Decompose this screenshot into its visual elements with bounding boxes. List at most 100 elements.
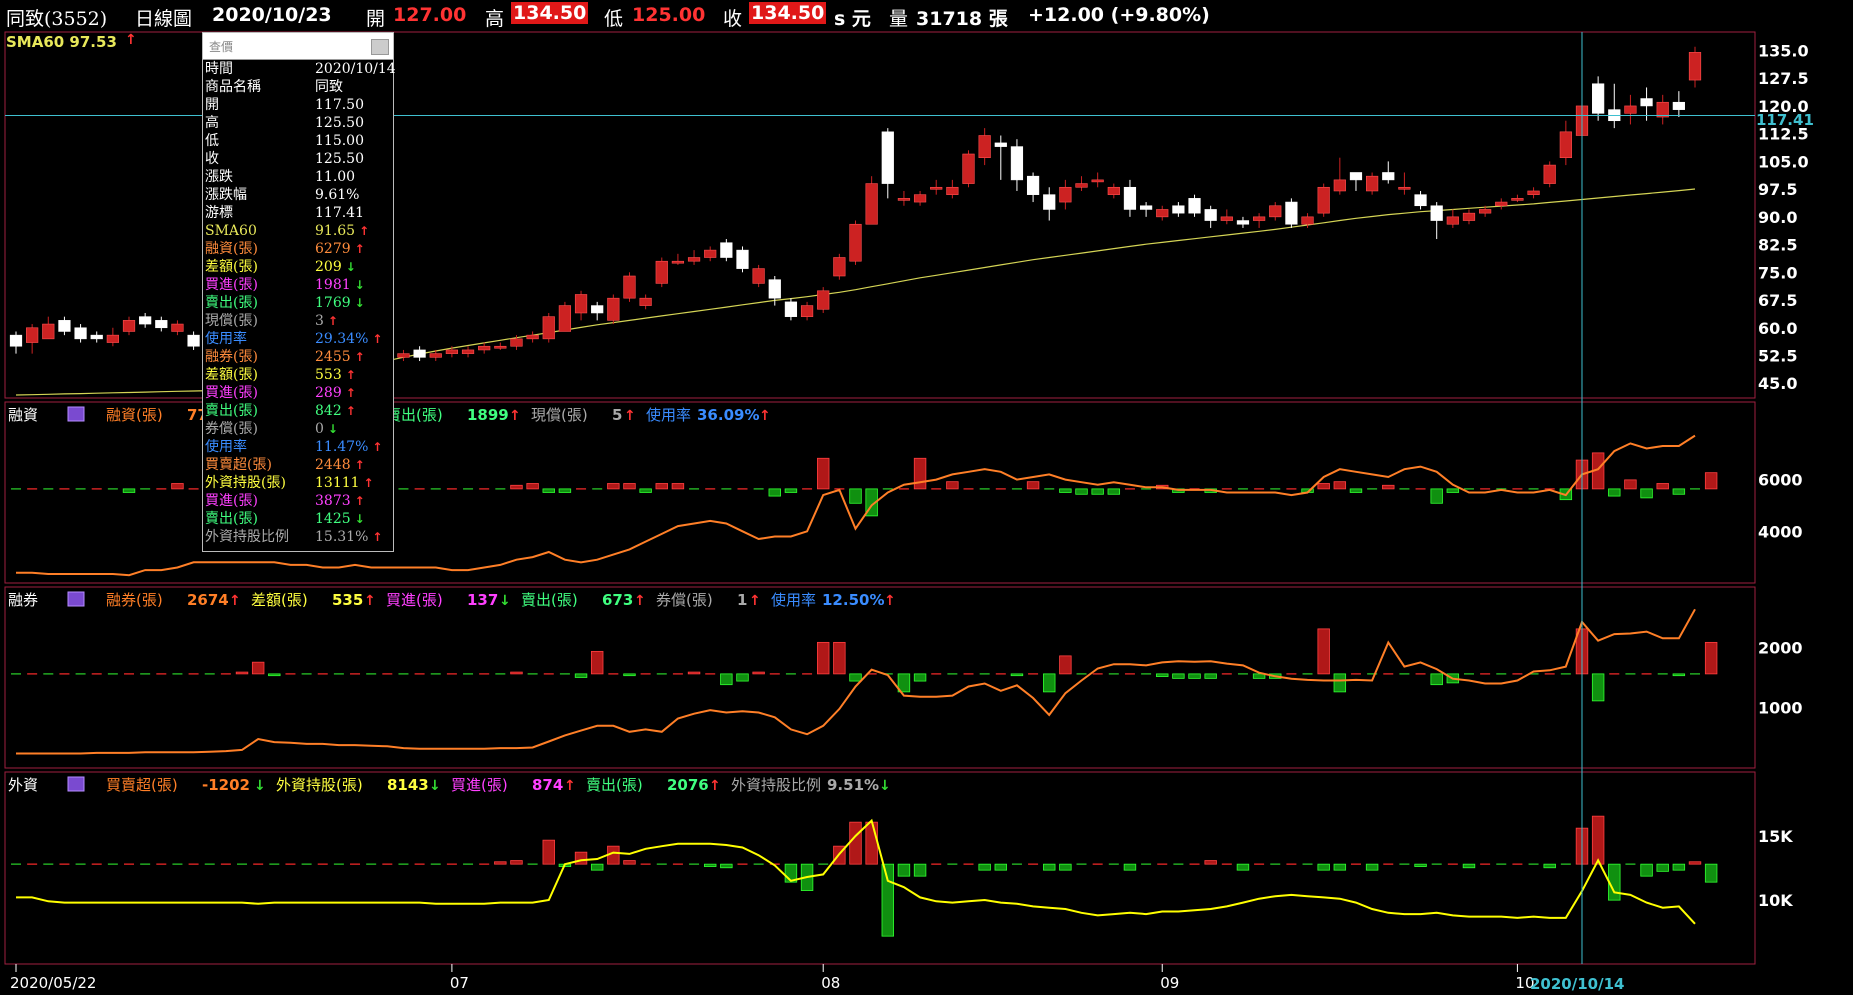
volume-bar: [1204, 673, 1217, 679]
tooltip-row: 使用率 11.47% ↑: [203, 438, 393, 456]
tooltip-row: 收 125.50: [203, 150, 393, 168]
candle-body: [558, 305, 572, 332]
price-query-tooltip[interactable]: 查價 時間 2020/10/14 商品名稱 同致開 117.50 高 125.50 低 115.…: [202, 32, 396, 552]
candle-body: [768, 279, 781, 299]
tooltip-row: 賣出(張) 1769 ↓: [203, 294, 393, 312]
volume-bar: [590, 863, 604, 871]
volume-bar: [1236, 863, 1250, 871]
unit-label: s 元: [834, 8, 871, 30]
tooltip-row: 開 117.50: [203, 96, 393, 114]
arrow-up-icon: ↑: [354, 350, 365, 364]
candle-body: [946, 186, 959, 195]
legend-label: 賣出(張): [586, 776, 643, 794]
list-icon[interactable]: [67, 776, 85, 792]
tooltip-value: 2448 ↑: [315, 457, 365, 473]
candle-body: [1398, 186, 1411, 190]
legend-value: 2076: [667, 776, 709, 794]
candle-body: [1479, 209, 1492, 214]
candle-body: [607, 297, 620, 321]
volume-bar: [1333, 863, 1347, 871]
candle-body: [1269, 205, 1282, 218]
tooltip-value: 117.41: [315, 205, 364, 221]
volume-bar: [881, 863, 895, 937]
candle-body: [1285, 201, 1298, 225]
y-tick-label: 1000: [1758, 699, 1803, 718]
stock-name[interactable]: 同致(3552): [6, 4, 107, 31]
panel-title: 外資: [8, 776, 38, 794]
volume-bar: [1188, 673, 1201, 679]
volume-bar: [1672, 863, 1686, 871]
arrow-up-icon: ↑: [345, 386, 356, 400]
tooltip-value: 1981 ↓: [315, 277, 365, 293]
high-label: 高: [485, 8, 505, 30]
candle-body: [26, 327, 39, 343]
volume-bar: [946, 481, 959, 490]
volume-bar: [913, 457, 927, 490]
tooltip-value: 3 ↑: [315, 313, 338, 329]
tooltip-row: 賣出(張) 842 ↑: [203, 402, 393, 420]
candle-body: [1559, 131, 1572, 158]
volume-bar: [1091, 488, 1104, 495]
arrow-up-icon: ↑: [327, 314, 338, 328]
candle-body: [413, 349, 426, 358]
legend-value: 1899: [467, 406, 509, 424]
tooltip-value: 125.50: [315, 151, 364, 167]
volume-label: 量: [889, 8, 909, 30]
volume-bar: [494, 861, 507, 865]
candle-body: [865, 183, 878, 225]
candle-body: [1414, 194, 1427, 207]
tooltip-key: 現償(張): [205, 313, 258, 329]
tooltip-key: 外資持股比例: [205, 529, 289, 545]
tooltip-key: 使用率: [205, 439, 247, 455]
close-value: 134.50: [749, 2, 827, 24]
tooltip-value: 117.50: [315, 97, 364, 113]
list-icon[interactable]: [67, 591, 85, 607]
volume-bar: [1672, 488, 1686, 495]
legend-label: 使用率: [771, 591, 816, 609]
candle-body: [1188, 198, 1201, 214]
legend-label: 融資(張): [106, 406, 163, 424]
candle-body: [1252, 216, 1266, 221]
cursor-price-label: 117.41: [1756, 111, 1814, 129]
tooltip-header[interactable]: 查價: [203, 33, 393, 60]
candle-body: [42, 323, 55, 340]
tooltip-key: 差額(張): [205, 367, 258, 383]
candle-body: [1010, 146, 1024, 181]
candle-body: [1026, 175, 1040, 195]
tooltip-value: 13111 ↑: [315, 475, 374, 491]
period-label[interactable]: 日線圖: [135, 4, 192, 31]
arrow-up-icon: ↑: [363, 476, 374, 490]
list-icon[interactable]: [67, 406, 85, 422]
candle-body: [1236, 220, 1250, 225]
arrow-up-icon: ↑: [354, 494, 365, 508]
tooltip-value: 9.61%: [315, 187, 360, 203]
candle-body: [623, 275, 636, 299]
candle-body: [671, 260, 685, 264]
y-tick-label: 2000: [1758, 638, 1803, 657]
volume-bar: [558, 488, 572, 493]
candle-body: [494, 345, 507, 349]
volume-bar: [542, 839, 555, 865]
volume-bar: [510, 671, 523, 675]
tooltip-key: 低: [205, 133, 219, 149]
tooltip-value: 91.65 ↑: [315, 223, 370, 239]
volume-bar: [1059, 488, 1072, 493]
legend-value: 137: [467, 591, 498, 609]
tooltip-value: 553 ↑: [315, 367, 356, 383]
tooltip-key: 高: [205, 115, 219, 131]
candle-body: [1462, 212, 1476, 221]
volume-bar: [897, 863, 911, 877]
x-tick-label: 08: [821, 974, 840, 992]
candle-body: [1366, 175, 1379, 192]
tooltip-row: 漲跌 11.00: [203, 168, 393, 186]
close-icon[interactable]: [371, 39, 389, 55]
arrow-up-icon: ↑: [759, 408, 771, 424]
low-label: 低: [604, 8, 624, 30]
tooltip-value: 209 ↓: [315, 259, 356, 275]
tooltip-row: 融資(張) 6279 ↑: [203, 240, 393, 258]
candle-body: [122, 320, 136, 332]
candle-body: [1107, 186, 1120, 195]
volume-bar: [1704, 472, 1718, 490]
volume-bar: [703, 863, 717, 867]
candle-body: [687, 257, 701, 262]
